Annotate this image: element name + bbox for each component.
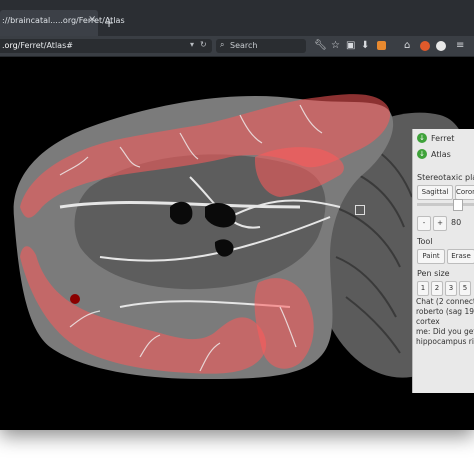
chat-line: cortex (416, 317, 440, 326)
pen-size-1-button[interactable]: 1 (417, 281, 429, 296)
coronal-button[interactable]: Coron (455, 185, 474, 200)
star-icon[interactable]: ☆ (331, 39, 340, 53)
new-tab-button[interactable]: + (104, 16, 114, 30)
chat-line: hippocampus right (416, 337, 474, 346)
pen-size-3-button[interactable]: 3 (445, 281, 457, 296)
atlas-link[interactable]: Atlas (431, 150, 451, 159)
slice-slider-track[interactable] (417, 203, 474, 206)
clipboard-icon[interactable]: ▣ (346, 39, 355, 53)
pen-size-5-button[interactable]: 5 (459, 281, 471, 296)
slice-slider-handle[interactable] (453, 199, 463, 211)
slice-increment-button[interactable]: + (433, 216, 447, 231)
search-placeholder: Search (230, 41, 258, 50)
search-icon: ⌕ (220, 40, 225, 49)
erase-tool-button[interactable]: Erase (447, 249, 474, 264)
sagittal-button[interactable]: Sagittal (417, 185, 453, 200)
paint-tool-button[interactable]: Paint (417, 249, 445, 264)
chat-line: roberto (sag 192) (416, 307, 474, 316)
home-icon[interactable]: ⌂ (404, 39, 410, 53)
url-path: /Ferret/Atlas# (17, 41, 73, 50)
cursor-marker (355, 205, 365, 215)
reload-icon[interactable]: ↻ (200, 40, 207, 49)
download-icon[interactable]: ⬇ (361, 39, 369, 53)
dropdown-icon[interactable]: ▾ (190, 40, 194, 49)
pen-size-2-button[interactable]: 2 (431, 281, 443, 296)
navigation-bar: .org/Ferret/Atlas# ▾ ↻ ⌕ Search 🔧︎ ☆ ▣ ⬇… (0, 36, 474, 57)
ferret-link[interactable]: Ferret (431, 134, 454, 143)
tab-bar: ://braincatal.....org/Ferret/Atlas × + (0, 0, 474, 36)
chat-line: me: Did you get t (416, 327, 474, 336)
annotation-spot (70, 294, 80, 304)
rss-icon[interactable] (377, 41, 386, 50)
url-domain: .org (2, 41, 18, 50)
control-panel: ↓ Ferret ↓ Atlas Stereotaxic plane Sagit… (412, 129, 474, 393)
chat-log: Chat (2 connected) roberto (sag 192) cor… (416, 297, 474, 347)
tab-close-icon[interactable]: × (88, 14, 96, 25)
chat-header: Chat (2 connected) (416, 297, 474, 306)
browser-window: ://braincatal.....org/Ferret/Atlas × + .… (0, 0, 474, 430)
slice-value: 80 (451, 218, 462, 227)
browser-tab[interactable]: ://braincatal.....org/Ferret/Atlas × (0, 10, 125, 36)
atlas-viewer[interactable]: ↓ Ferret ↓ Atlas Stereotaxic plane Sagit… (0, 57, 474, 430)
slice-decrement-button[interactable]: - (417, 216, 431, 231)
tool-label: Tool (417, 237, 433, 246)
url-text: .org/Ferret/Atlas# (2, 41, 73, 50)
stereotaxic-plane-label: Stereotaxic plane (417, 173, 474, 182)
wrench-icon[interactable]: 🔧︎ (314, 39, 327, 53)
atlas-download-icon[interactable]: ↓ (417, 149, 427, 159)
menu-icon[interactable]: ≡ (456, 39, 464, 53)
search-input[interactable]: ⌕ Search (216, 39, 306, 53)
shield-icon[interactable] (436, 41, 446, 51)
url-bar[interactable]: .org/Ferret/Atlas# ▾ ↻ (0, 39, 212, 53)
brain-section-image[interactable] (0, 57, 474, 430)
pen-size-label: Pen size (417, 269, 450, 278)
ferret-download-icon[interactable]: ↓ (417, 133, 427, 143)
firefox-icon[interactable] (420, 41, 430, 51)
